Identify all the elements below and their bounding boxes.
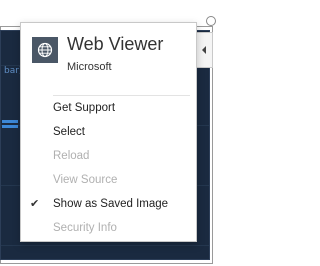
menu-item-get-support[interactable]: Get Support [21,96,196,120]
menu-item-label: Get Support [53,102,116,114]
menu-item-security-info: Security Info [21,216,196,240]
checkmark-icon: ✔ [30,197,40,210]
menu-item-reload: Reload [21,144,196,168]
menu-item-label: Show as Saved Image [53,198,169,210]
bar-line [2,125,18,128]
menu-item-label: View Source [53,174,118,186]
menu-item-label: Security Info [53,222,117,234]
menu-items: Get Support Select Reload View Source ✔ … [21,96,196,240]
menu-item-show-as-saved-image[interactable]: ✔ Show as Saved Image [21,192,196,216]
resize-handle[interactable] [206,16,216,26]
menu-item-label: Select [53,126,85,138]
app-title: Web Viewer [67,34,164,54]
app-publisher: Microsoft [67,61,112,73]
menu-header: Web Viewer Microsoft [21,23,196,93]
chevron-left-icon [202,46,206,54]
globe-icon [32,37,58,63]
grid-line [1,245,209,246]
collapse-menu-button[interactable] [196,32,213,68]
menu-item-label: Reload [53,150,90,162]
bar-line [2,120,18,123]
addin-context-menu: Web Viewer Microsoft Get Support Select … [20,22,197,242]
menu-item-select[interactable]: Select [21,120,196,144]
background-bars [2,120,18,136]
menu-item-view-source: View Source [21,168,196,192]
